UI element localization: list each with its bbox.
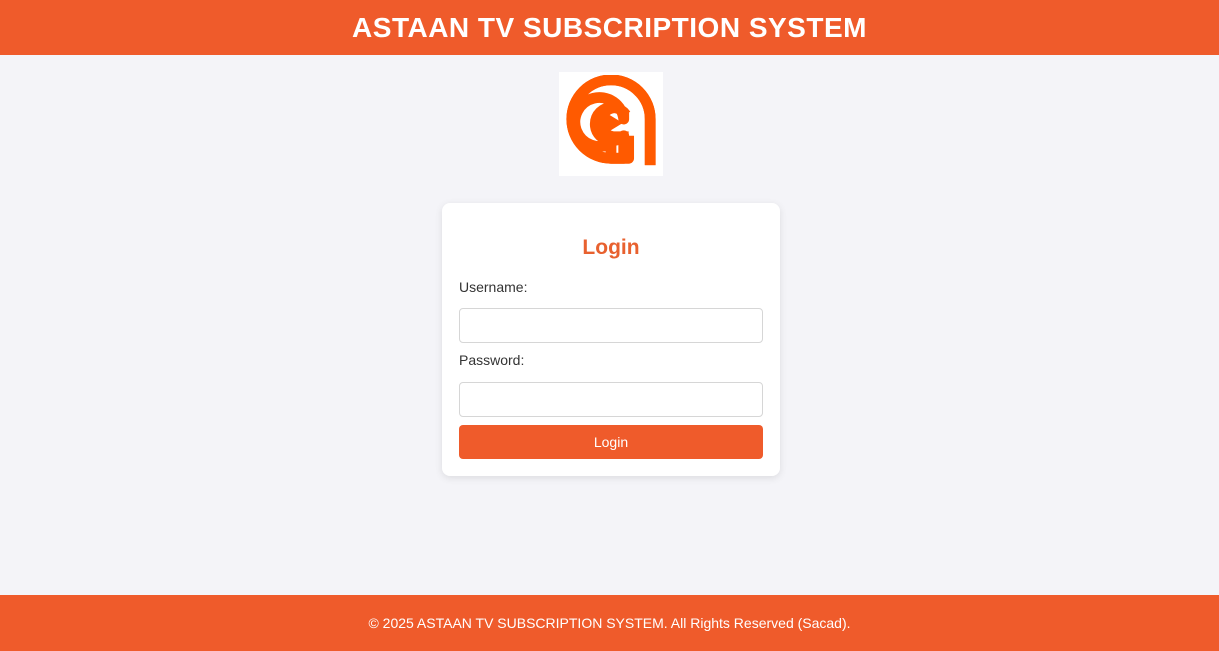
username-label: Username: <box>459 279 528 295</box>
app-title: ASTAAN TV SUBSCRIPTION SYSTEM <box>352 11 867 43</box>
login-title: Login <box>582 236 640 259</box>
astaan-logo-icon <box>566 75 656 166</box>
page-header: ASTAAN TV SUBSCRIPTION SYSTEM <box>0 0 1219 55</box>
logo <box>559 72 663 176</box>
login-button[interactable]: Login <box>459 425 763 459</box>
login-card: Login Username: Password: Login <box>442 203 780 476</box>
password-label: Password: <box>459 352 525 368</box>
password-input[interactable] <box>459 382 763 417</box>
page-footer: © 2025 ASTAAN TV SUBSCRIPTION SYSTEM. Al… <box>0 595 1219 651</box>
username-input[interactable] <box>459 308 763 343</box>
copyright-text: © 2025 ASTAAN TV SUBSCRIPTION SYSTEM. Al… <box>368 615 851 631</box>
